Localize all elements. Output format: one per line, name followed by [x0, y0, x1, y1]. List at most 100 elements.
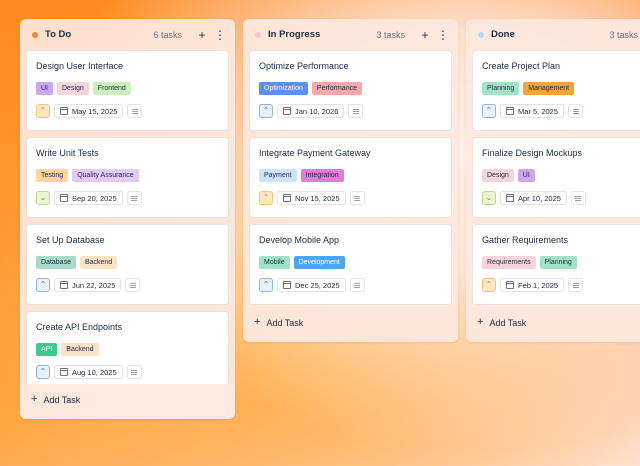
notes-icon[interactable] — [127, 104, 143, 118]
tag: Frontend — [92, 82, 131, 95]
due-date-text: Dec 25, 2025 — [295, 280, 340, 290]
due-date[interactable]: Dec 25, 2025 — [277, 278, 346, 292]
card-list: Create Project Plan Planning Management … — [466, 50, 640, 311]
card-title: Set Up Database — [36, 235, 105, 245]
card-meta: ⌃ Dec 25, 2025 — [259, 278, 365, 292]
tag: Backend — [79, 256, 118, 269]
tag: Planning — [482, 82, 520, 95]
card-meta: ⌃ Aug 10, 2025 — [36, 365, 142, 379]
add-task-button[interactable]: + Add Task — [31, 394, 80, 405]
priority-medium-icon[interactable]: ⌃ — [36, 278, 50, 292]
task-card[interactable]: Integrate Payment Gateway Payment Integr… — [249, 137, 452, 218]
tag: Payment — [259, 169, 297, 182]
card-meta: ⌃ Jan 10, 2026 — [259, 104, 364, 118]
task-card[interactable]: Develop Mobile App Mobile Development ⌃ … — [249, 224, 452, 305]
add-task-button[interactable]: + Add Task — [477, 317, 526, 328]
due-date[interactable]: Nov 15, 2025 — [277, 191, 346, 205]
calendar-icon — [60, 281, 68, 289]
more-vertical-icon[interactable]: ⋮ — [213, 28, 227, 42]
plus-icon[interactable]: + — [418, 28, 432, 42]
task-card[interactable]: Write Unit Tests Testing Quality Assuran… — [26, 137, 229, 218]
plus-icon: + — [477, 316, 484, 328]
card-title: Finalize Design Mockups — [482, 148, 583, 158]
add-task-button[interactable]: + Add Task — [254, 317, 303, 328]
tag: UI — [517, 169, 535, 182]
notes-icon[interactable] — [126, 365, 142, 379]
card-list: Design User Interface UI Design Frontend… — [20, 50, 235, 398]
card-meta: ⌄ Sep 20, 2025 — [36, 191, 142, 205]
notes-icon[interactable] — [348, 104, 364, 118]
tag: Mobile — [259, 256, 290, 269]
priority-medium-icon[interactable]: ⌃ — [259, 104, 273, 118]
card-title: Create Project Plan — [482, 61, 561, 71]
due-date[interactable]: May 15, 2025 — [54, 104, 124, 118]
plus-icon: + — [254, 316, 261, 328]
task-card[interactable]: Create API Endpoints API Backend ⌃ Aug 1… — [26, 311, 229, 392]
tag: Testing — [36, 169, 69, 182]
task-card[interactable]: Gather Requirements Requirements Plannin… — [472, 224, 640, 305]
task-card[interactable]: Set Up Database Database Backend ⌃ Jun 2… — [26, 224, 229, 305]
card-title: Optimize Performance — [259, 61, 349, 71]
task-count: 3 tasks — [609, 29, 638, 40]
tag: Quality Assurance — [72, 169, 139, 182]
card-meta: ⌃ Mar 5, 2025 — [482, 104, 584, 118]
notes-icon[interactable] — [568, 104, 584, 118]
tag: Database — [36, 256, 76, 269]
task-count: 6 tasks — [153, 29, 182, 40]
notes-icon[interactable] — [570, 191, 586, 205]
priority-high-icon[interactable]: ⌃ — [36, 104, 50, 118]
tag: Planning — [539, 256, 577, 269]
status-dot — [32, 31, 38, 38]
priority-low-icon[interactable]: ⌄ — [482, 191, 496, 205]
due-date[interactable]: Sep 20, 2025 — [54, 191, 123, 205]
priority-high-icon[interactable]: ⌃ — [482, 278, 496, 292]
tag-list: Design UI — [482, 169, 640, 182]
priority-medium-icon[interactable]: ⌃ — [36, 365, 50, 379]
tag-list: Requirements Planning — [482, 256, 640, 269]
calendar-icon — [60, 368, 68, 376]
tag: Performance — [311, 82, 362, 95]
task-card[interactable]: Create Project Plan Planning Management … — [472, 50, 640, 131]
task-card[interactable]: Optimize Performance Optimization Perfor… — [249, 50, 452, 131]
tag-list: Database Backend — [36, 256, 219, 269]
notes-icon[interactable] — [349, 191, 365, 205]
card-meta: ⌃ May 15, 2025 — [36, 104, 143, 118]
due-date-text: Mar 5, 2025 — [518, 106, 559, 116]
priority-high-icon[interactable]: ⌃ — [259, 191, 273, 205]
tag: Backend — [61, 343, 99, 356]
tag: Development — [293, 256, 345, 269]
notes-icon[interactable] — [349, 278, 365, 292]
card-meta: ⌄ Apr 10, 2025 — [482, 191, 586, 205]
due-date[interactable]: Aug 10, 2025 — [54, 365, 123, 379]
due-date[interactable]: Jan 10, 2026 — [277, 104, 345, 118]
calendar-icon — [283, 194, 291, 202]
notes-icon[interactable] — [125, 278, 141, 292]
calendar-icon — [506, 194, 514, 202]
task-card[interactable]: Finalize Design Mockups Design UI ⌄ Apr … — [472, 137, 640, 218]
column-header: In Progress 3 tasks + ⋮ — [243, 19, 458, 50]
priority-medium-icon[interactable]: ⌃ — [259, 278, 273, 292]
due-date[interactable]: Feb 1, 2025 — [500, 278, 565, 292]
notes-icon[interactable] — [568, 278, 584, 292]
due-date[interactable]: Apr 10, 2025 — [500, 191, 567, 205]
priority-low-icon[interactable]: ⌄ — [36, 191, 50, 205]
due-date-text: Feb 1, 2025 — [518, 280, 559, 290]
plus-icon[interactable]: + — [195, 28, 209, 42]
due-date[interactable]: Mar 5, 2025 — [500, 104, 565, 118]
due-date[interactable]: Jun 22, 2025 — [54, 278, 122, 292]
tag-list: UI Design Frontend — [36, 82, 219, 95]
card-title: Create API Endpoints — [36, 322, 123, 332]
tag: Integration — [300, 169, 344, 182]
status-dot — [255, 31, 261, 38]
card-title: Gather Requirements — [482, 235, 569, 245]
card-list: Optimize Performance Optimization Perfor… — [243, 50, 458, 311]
notes-icon[interactable] — [126, 191, 142, 205]
more-vertical-icon[interactable]: ⋮ — [436, 28, 450, 42]
due-date-text: Aug 10, 2025 — [72, 367, 117, 377]
tag-list: API Backend — [36, 343, 219, 356]
column-header: Done 3 tasks — [466, 19, 640, 50]
due-date-text: Jun 22, 2025 — [72, 280, 116, 290]
task-card[interactable]: Design User Interface UI Design Frontend… — [26, 50, 229, 131]
priority-medium-icon[interactable]: ⌃ — [482, 104, 496, 118]
column-todo: To Do 6 tasks + ⋮ Design User Interface … — [20, 19, 235, 419]
